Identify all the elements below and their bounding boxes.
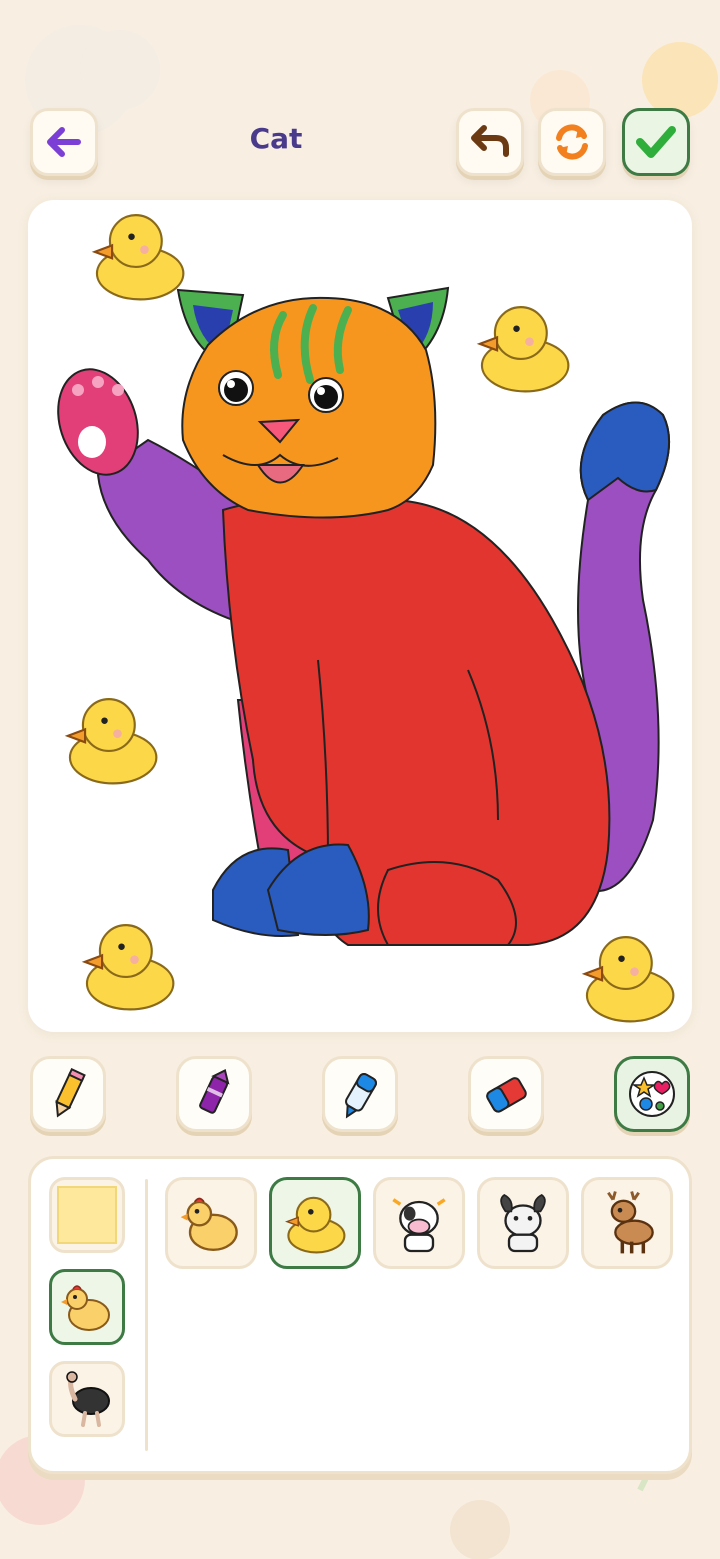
done-button[interactable] xyxy=(622,108,690,176)
pencil-tool[interactable] xyxy=(30,1056,106,1132)
sticker-chicken[interactable] xyxy=(165,1177,257,1269)
eraser-icon xyxy=(486,1077,527,1113)
placed-duck-sticker[interactable] xyxy=(83,200,193,308)
sticker-deer[interactable] xyxy=(581,1177,673,1269)
chicken-icon xyxy=(61,1285,110,1331)
category-color-swatch[interactable] xyxy=(49,1177,125,1253)
sticker-duck[interactable] xyxy=(269,1177,361,1269)
cat-drawing xyxy=(57,286,671,946)
cow-icon xyxy=(392,1198,446,1253)
undo-icon xyxy=(471,125,509,157)
drawing-canvas[interactable] xyxy=(28,200,692,1032)
refresh-icon xyxy=(556,124,588,160)
placed-duck-sticker[interactable] xyxy=(573,922,683,1030)
category-farm[interactable] xyxy=(49,1269,125,1345)
crayon-icon xyxy=(199,1068,230,1114)
category-birds[interactable] xyxy=(49,1361,125,1437)
sticker-icon xyxy=(629,1071,675,1117)
placed-duck-sticker[interactable] xyxy=(73,910,183,1018)
sticker-tool[interactable] xyxy=(614,1056,690,1132)
yellow-swatch-icon xyxy=(57,1186,117,1244)
placed-duck-sticker[interactable] xyxy=(468,292,578,400)
marker-tool[interactable] xyxy=(322,1056,398,1132)
dog-icon xyxy=(500,1193,546,1253)
sticker-dog[interactable] xyxy=(477,1177,569,1269)
pencil-icon xyxy=(55,1068,86,1118)
eraser-tool[interactable] xyxy=(468,1056,544,1132)
reset-button[interactable] xyxy=(538,108,606,176)
sticker-panel xyxy=(28,1156,692,1474)
crayon-tool[interactable] xyxy=(176,1056,252,1132)
ostrich-icon xyxy=(66,1371,110,1427)
deer-icon xyxy=(607,1191,654,1254)
check-icon xyxy=(636,126,676,158)
undo-button[interactable] xyxy=(456,108,524,176)
sticker-cow[interactable] xyxy=(373,1177,465,1269)
placed-duck-sticker[interactable] xyxy=(56,684,166,792)
marker-icon xyxy=(345,1073,377,1119)
chicken-icon xyxy=(180,1197,238,1251)
panel-divider xyxy=(145,1179,148,1451)
duck-icon xyxy=(285,1196,346,1254)
